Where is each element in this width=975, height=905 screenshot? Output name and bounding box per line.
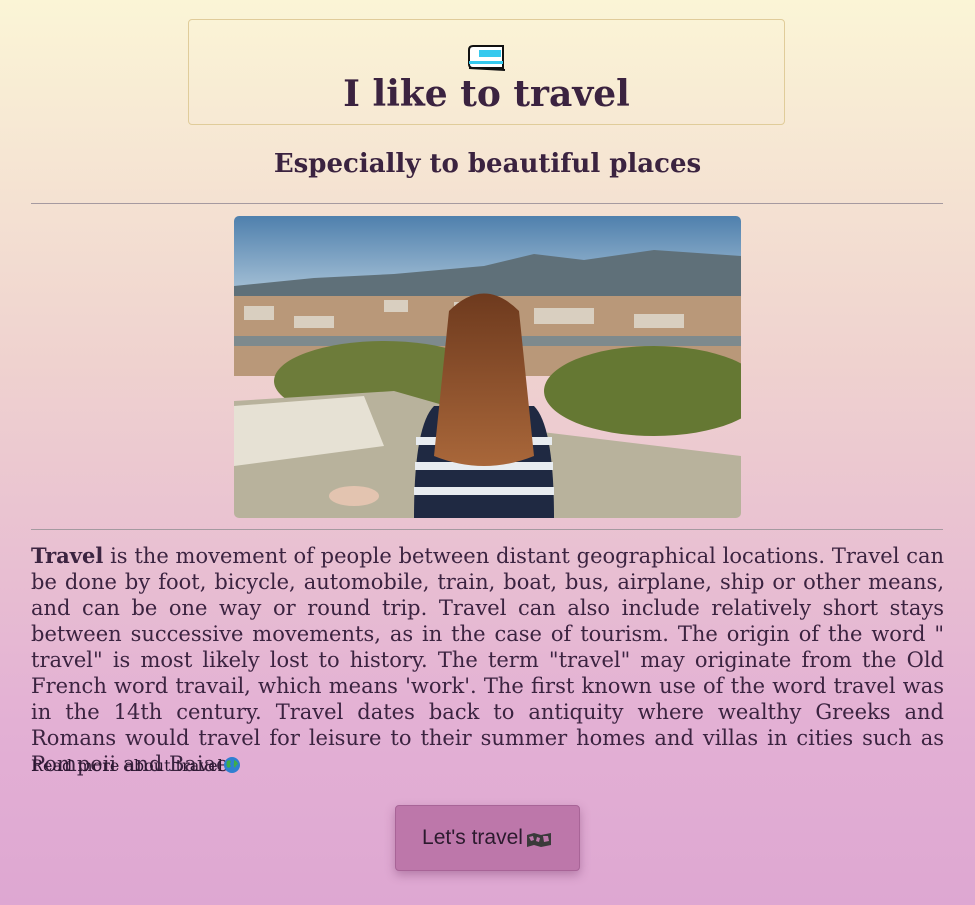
- train-icon: [467, 42, 507, 72]
- globe-icon: [223, 756, 241, 774]
- page-title: I like to travel: [343, 73, 630, 115]
- world-map-icon: [525, 830, 553, 847]
- article-paragraph: Travel is the movement of people between…: [31, 543, 944, 777]
- lets-travel-label: Let's travel: [422, 826, 523, 849]
- header-card: I like to travel: [188, 19, 785, 125]
- divider-top: [31, 203, 943, 204]
- article-lead-word: Travel: [31, 543, 104, 568]
- lets-travel-button[interactable]: Let's travel: [395, 805, 580, 871]
- divider-bottom: [31, 529, 943, 530]
- read-more-label: Read more about travel: [31, 756, 223, 775]
- page-subtitle: Especially to beautiful places: [273, 149, 702, 179]
- travel-photo: [234, 216, 741, 518]
- article-body: is the movement of people between distan…: [31, 544, 944, 776]
- read-more-link[interactable]: Read more about travel: [31, 755, 241, 777]
